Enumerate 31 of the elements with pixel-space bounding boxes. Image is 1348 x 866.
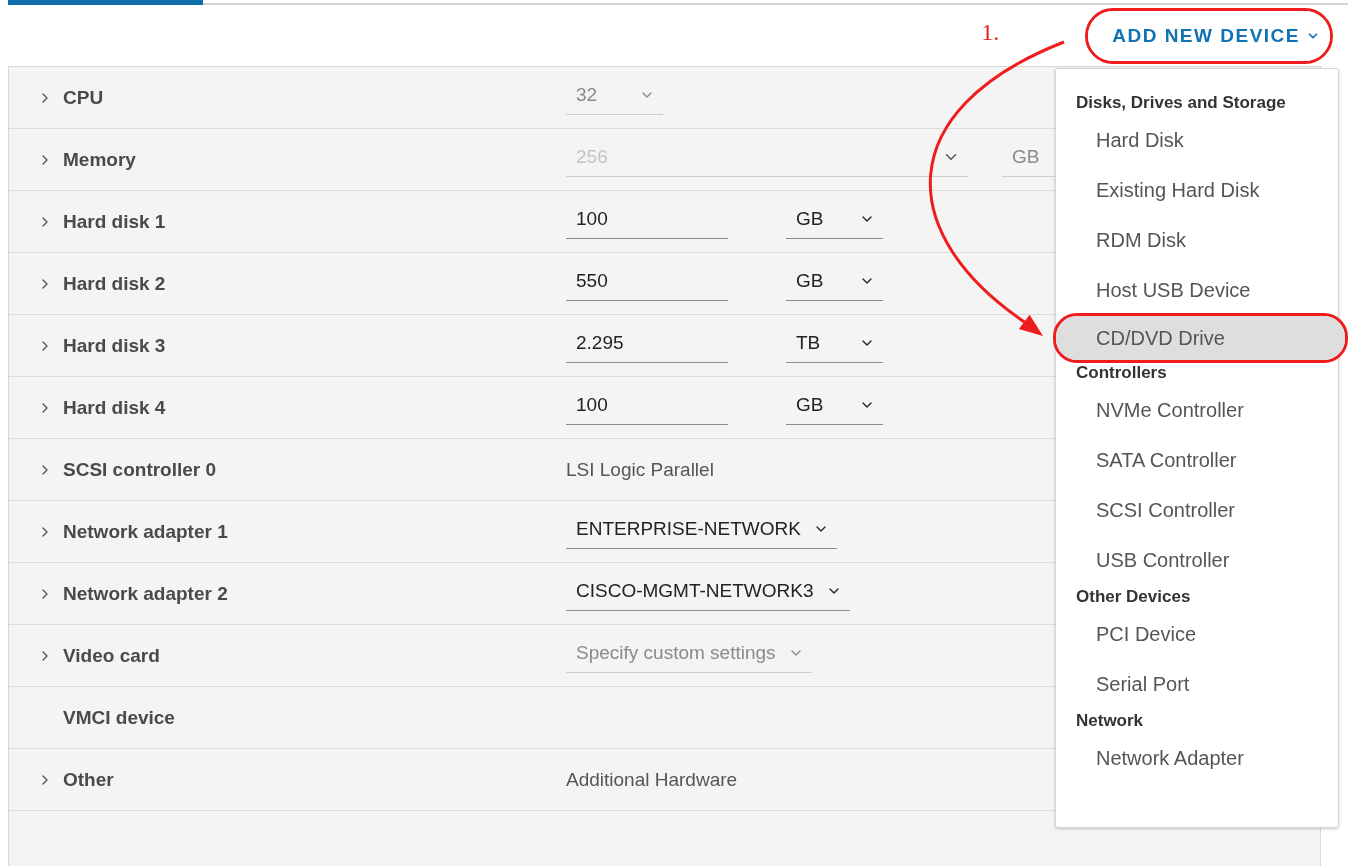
row-label: Hard disk 2 (63, 272, 166, 295)
size-field[interactable]: 100 (566, 390, 728, 425)
row-label: Memory (63, 148, 136, 171)
unit-dropdown[interactable]: TB (786, 328, 883, 363)
menu-section-title: Disks, Drives and Storage (1075, 92, 1287, 114)
menu-section-title: Other Devices (1075, 586, 1192, 608)
row-label: Hard disk 1 (63, 210, 166, 233)
unit-dropdown[interactable]: GB (786, 204, 883, 239)
size-field[interactable]: 100 (566, 204, 728, 239)
dropdown[interactable]: CISCO-MGMT-NETWORK3 (566, 576, 850, 611)
row-label: Hard disk 3 (63, 334, 166, 357)
row-label: Hard disk 4 (63, 396, 166, 419)
step-annotation: 1. (981, 19, 1000, 46)
value-text: LSI Logic Parallel (566, 458, 714, 480)
row-label: SCSI controller 0 (63, 458, 217, 481)
size-field[interactable]: 2.295 (566, 328, 728, 363)
menu-section-title: Controllers (1075, 362, 1168, 384)
size-field[interactable]: 550 (566, 266, 728, 301)
row-label: CPU (63, 86, 104, 109)
dropdown[interactable]: ENTERPRISE-NETWORK (566, 514, 837, 549)
row-label: Other (63, 768, 114, 791)
menu-section-title: Network (1075, 710, 1145, 732)
value-text: Additional Hardware (566, 768, 738, 790)
unit-dropdown[interactable]: GB (786, 266, 883, 301)
unit-dropdown[interactable]: GB (786, 390, 883, 425)
row-label: Network adapter 1 (63, 520, 228, 543)
row-label: Network adapter 2 (63, 582, 228, 605)
menu-item[interactable]: CD/DVD Drive (1056, 316, 1345, 360)
add-device-button[interactable]: ADD NEW DEVICE (1088, 10, 1330, 61)
row-label: Video card (63, 644, 160, 667)
row-label: VMCI device (63, 706, 175, 729)
